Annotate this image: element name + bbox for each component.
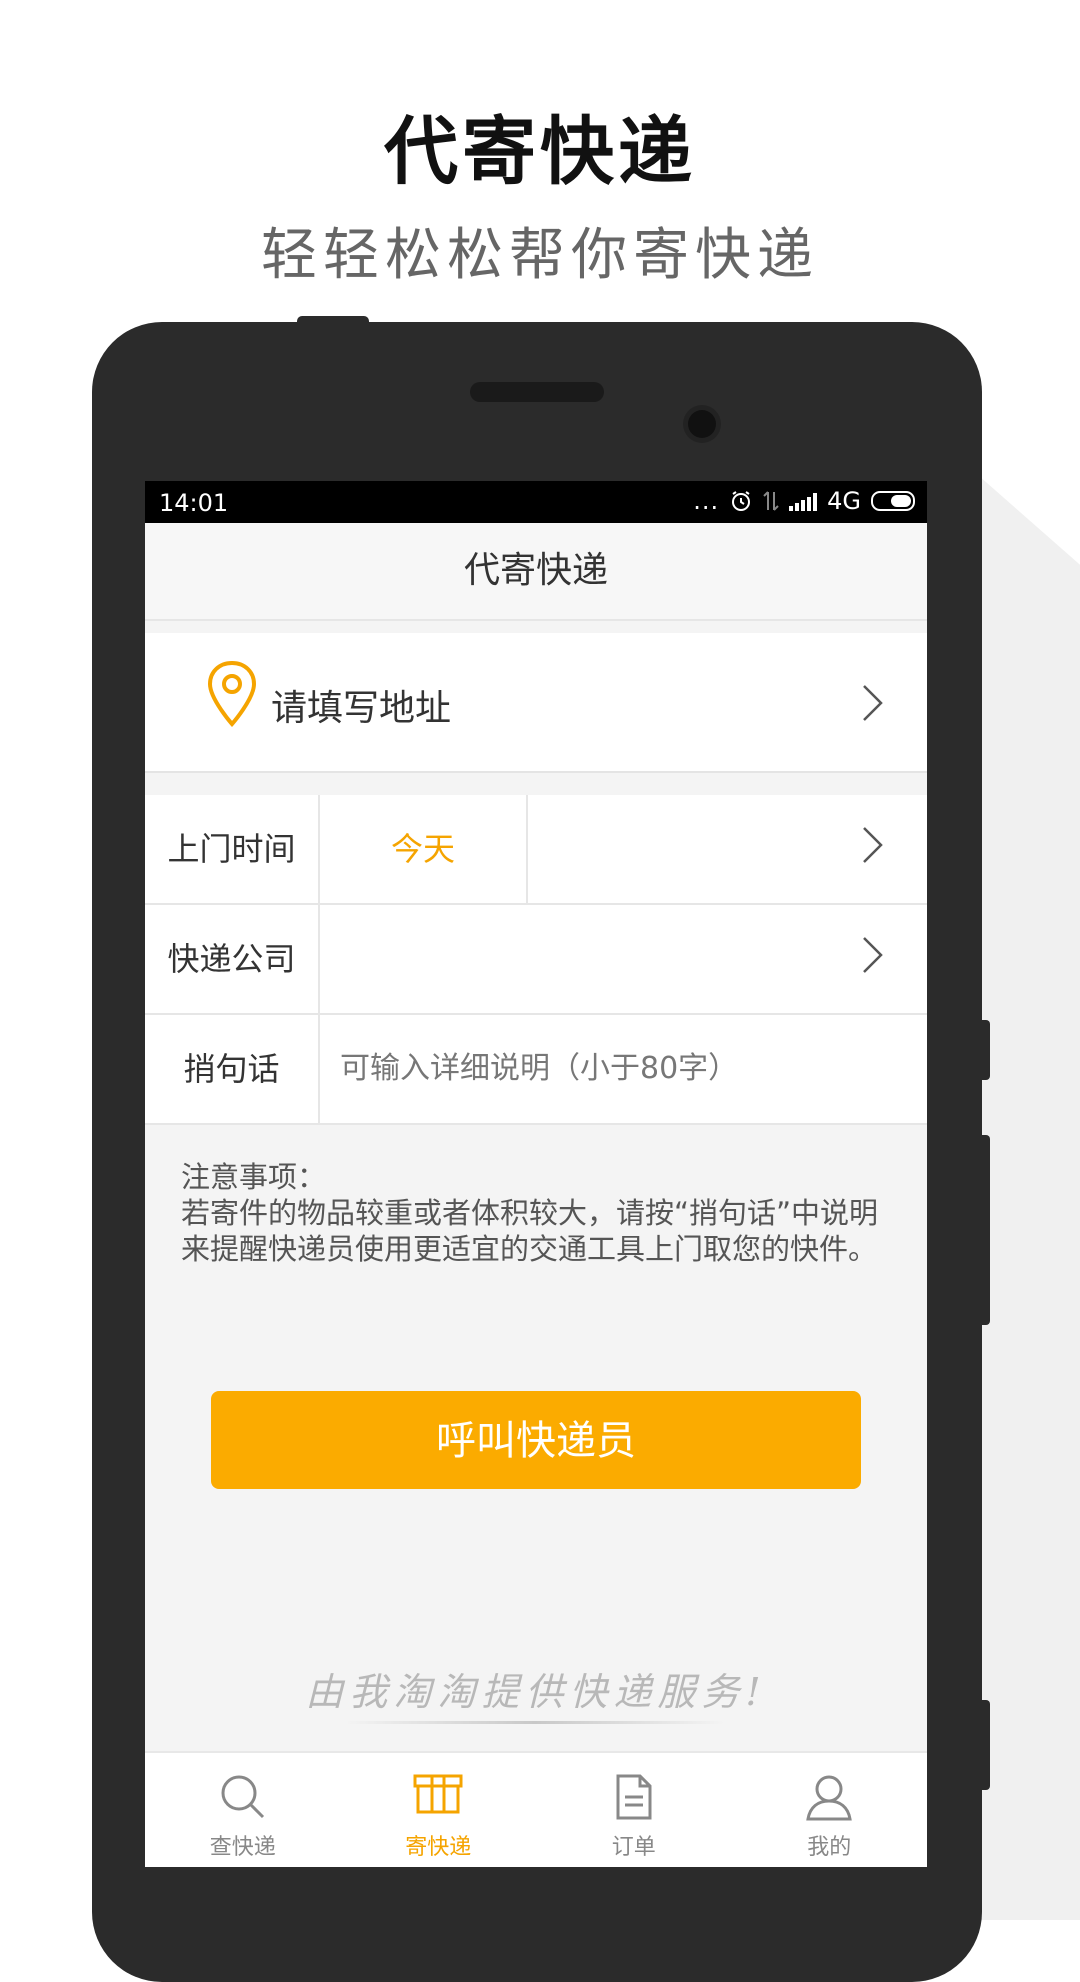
tab-label: 寄快递	[405, 1835, 472, 1860]
tab-query[interactable]: 查快递	[145, 1753, 341, 1867]
network-type: 4G	[827, 487, 861, 515]
courier-company-row[interactable]: 快递公司	[145, 905, 927, 1015]
service-slogan: 由我淘淘提供快递服务!	[305, 1670, 767, 1714]
notice-text: 注意事项： 若寄件的物品较重或者体积较大，请按“捎句话”中说明来提醒快递员使用更…	[181, 1159, 891, 1267]
user-icon	[806, 1775, 853, 1821]
document-icon	[616, 1774, 652, 1820]
courier-company-label: 快递公司	[145, 905, 320, 1013]
status-time: 14:01	[159, 489, 229, 517]
slogan-underline	[345, 1721, 725, 1724]
message-label: 捎句话	[145, 1015, 320, 1123]
tab-orders[interactable]: 订单	[536, 1753, 732, 1867]
phone-side-button-lower	[980, 1700, 990, 1790]
message-input[interactable]: 可输入详细说明（小于80字）	[340, 1015, 738, 1123]
alarm-icon	[732, 491, 751, 511]
phone-volume-button	[980, 1135, 990, 1325]
pickup-time-value[interactable]: 今天	[320, 795, 528, 903]
tab-mine[interactable]: 我的	[732, 1753, 928, 1867]
phone-speaker	[470, 382, 604, 402]
app-screen: 14:01 ... 4G 代寄快递 请填写地址 上门时间 今天 快递公司 捎句话…	[145, 481, 927, 1867]
tab-label: 查快递	[209, 1835, 276, 1860]
box-icon	[413, 1774, 463, 1814]
page-title: 代寄快递	[145, 523, 927, 621]
battery-icon	[871, 491, 915, 511]
tab-label: 我的	[807, 1835, 852, 1860]
more-dots-icon: ...	[693, 487, 720, 515]
chevron-right-icon	[863, 685, 883, 721]
data-transfer-icon	[763, 491, 779, 511]
status-bar: 14:01 ... 4G	[145, 481, 927, 523]
search-icon	[221, 1775, 264, 1819]
phone-side-button	[980, 1020, 990, 1080]
signal-icon	[789, 491, 818, 511]
notice-heading: 注意事项：	[181, 1160, 327, 1194]
order-form: 上门时间 今天 快递公司 捎句话 可输入详细说明（小于80字）	[145, 795, 927, 1125]
bottom-tab-bar: 查快递 寄快递 订单 我的	[145, 1751, 927, 1867]
pickup-time-label: 上门时间	[145, 795, 320, 903]
address-row[interactable]: 请填写地址	[145, 633, 927, 773]
tab-label: 订单	[611, 1835, 656, 1860]
call-courier-button[interactable]: 呼叫快递员	[211, 1391, 861, 1489]
pickup-time-row[interactable]: 上门时间 今天	[145, 795, 927, 905]
address-placeholder: 请填写地址	[271, 688, 452, 729]
tab-send[interactable]: 寄快递	[341, 1753, 537, 1867]
phone-camera	[688, 410, 716, 438]
notice-body: 若寄件的物品较重或者体积较大，请按“捎句话”中说明来提醒快递员使用更适宜的交通工…	[181, 1196, 879, 1266]
promo-subtitle: 轻轻松松帮你寄快递	[261, 223, 819, 288]
location-pin-icon	[207, 660, 257, 728]
chevron-right-icon	[863, 937, 883, 973]
status-icons: ... 4G	[693, 487, 915, 515]
promo-title: 代寄快递	[384, 109, 696, 195]
chevron-right-icon	[863, 827, 883, 863]
message-row: 捎句话 可输入详细说明（小于80字）	[145, 1015, 927, 1125]
